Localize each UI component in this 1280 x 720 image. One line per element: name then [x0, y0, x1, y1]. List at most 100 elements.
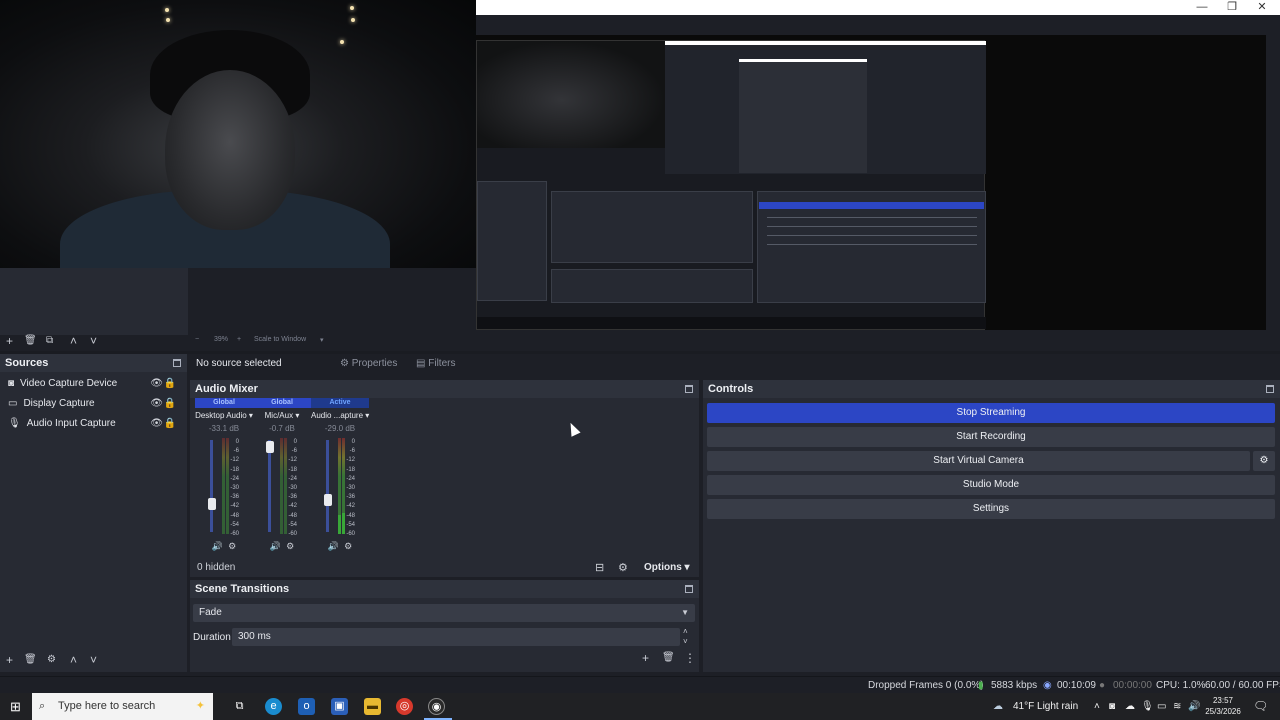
source-item-display-capture[interactable]: ▭ Display Capture 👁 🔒: [0, 393, 186, 413]
speaker-icon[interactable]: 🔊: [212, 541, 223, 551]
channel-name-dropdown[interactable]: Desktop Audio ▾: [195, 411, 253, 420]
db-tick: -18: [230, 466, 239, 473]
chevron-down-icon[interactable]: ▾: [320, 336, 324, 344]
gear-icon[interactable]: ⚙: [344, 541, 352, 551]
settings-button[interactable]: Settings: [707, 499, 1275, 519]
channel-name-dropdown[interactable]: Audio ...apture ▾: [311, 411, 369, 420]
trash-icon[interactable]: 🗑: [24, 335, 37, 347]
virtual-camera-settings-button[interactable]: ⚙: [1253, 451, 1275, 471]
lock-icon[interactable]: 🔒: [164, 418, 176, 429]
dropped-frames: Dropped Frames 0 (0.0%): [868, 680, 984, 691]
move-up-icon[interactable]: ˄: [70, 654, 77, 666]
volume-icon[interactable]: 🔊: [1188, 693, 1200, 720]
minimize-button[interactable]: —: [1187, 0, 1217, 15]
close-button[interactable]: ✕: [1247, 0, 1277, 15]
volume-fader-track[interactable]: [326, 440, 329, 532]
zoom-in-button[interactable]: +: [237, 336, 241, 343]
trash-icon[interactable]: 🗑: [662, 652, 675, 664]
chrome-icon[interactable]: ◎: [396, 698, 413, 715]
outlook-icon[interactable]: o: [298, 698, 315, 715]
restore-button[interactable]: ❐: [1217, 0, 1247, 15]
undock-icon[interactable]: [685, 585, 693, 593]
duration-input[interactable]: 300 ms: [232, 628, 680, 646]
microphone-icon[interactable]: 🎙: [1141, 693, 1154, 720]
add-transition-icon[interactable]: +: [642, 652, 649, 664]
more-options-icon[interactable]: ⋮: [684, 652, 696, 664]
move-up-icon[interactable]: ˄: [70, 335, 77, 347]
scene-transitions-dock: Scene Transitions: [190, 580, 699, 672]
speaker-icon[interactable]: 🔊: [270, 541, 281, 551]
lock-icon[interactable]: 🔒: [164, 378, 176, 389]
options-button[interactable]: Options ▾: [644, 562, 690, 573]
source-item-audio-input[interactable]: 🎙 Audio Input Capture 👁 🔒: [0, 413, 186, 433]
start-recording-button[interactable]: Start Recording: [707, 427, 1275, 447]
trash-icon[interactable]: 🗑: [24, 654, 37, 666]
filters-button[interactable]: ▤ Filters: [416, 358, 455, 369]
volume-fader-knob[interactable]: [324, 493, 332, 506]
scene-filters-icon[interactable]: ⧉: [46, 335, 53, 347]
audio-mixer-header: Audio Mixer: [190, 380, 699, 398]
db-tick: -60: [346, 531, 355, 538]
advanced-audio-icon[interactable]: ⚙: [618, 561, 628, 574]
duration-stepper[interactable]: ˄ ˅: [683, 627, 688, 647]
gear-icon[interactable]: ⚙: [286, 541, 294, 551]
transition-select[interactable]: Fade ▼: [193, 604, 695, 622]
channel-name-dropdown[interactable]: Mic/Aux ▾: [253, 411, 311, 420]
file-explorer-icon[interactable]: ▬: [364, 698, 381, 715]
add-source-icon[interactable]: +: [6, 654, 13, 666]
layout-icon[interactable]: ⊟: [595, 561, 604, 574]
studio-mode-button[interactable]: Studio Mode: [707, 475, 1275, 495]
display-icon[interactable]: ▭: [1157, 693, 1166, 720]
clock[interactable]: 23:57 25/3/2026: [1203, 693, 1243, 720]
obs-icon[interactable]: ◉: [428, 698, 445, 715]
edge-icon[interactable]: e: [265, 698, 282, 715]
db-tick: -60: [230, 531, 239, 538]
windows-start-icon[interactable]: ⊞: [7, 698, 24, 715]
eye-icon[interactable]: 👁: [150, 418, 163, 429]
start-virtual-camera-button[interactable]: Start Virtual Camera: [707, 451, 1250, 471]
db-tick: -24: [230, 475, 239, 482]
store-icon[interactable]: ▣: [331, 698, 348, 715]
scale-mode-select[interactable]: Scale to Window: [254, 336, 306, 343]
gear-icon[interactable]: ⚙: [228, 541, 236, 551]
undock-icon[interactable]: [685, 385, 693, 393]
channel-buttons: 🔊 ⚙: [311, 541, 369, 552]
status-bar: Dropped Frames 0 (0.0%) ▮ 5883 kbps ◉ 00…: [0, 676, 1280, 693]
weather[interactable]: 41°F Light rain: [1013, 693, 1078, 720]
eye-icon[interactable]: 👁: [150, 398, 163, 409]
cloud-icon[interactable]: ☁: [1125, 693, 1135, 720]
monitor-icon: ▭: [8, 397, 18, 409]
audio-mixer-title: Audio Mixer: [195, 383, 258, 395]
add-scene-icon[interactable]: +: [6, 335, 13, 347]
eye-icon[interactable]: 👁: [150, 378, 163, 389]
volume-fader-track[interactable]: [268, 440, 271, 532]
taskbar-search[interactable]: ⌕ Type here to search ✦: [32, 693, 213, 720]
speaker-icon[interactable]: 🔊: [328, 541, 339, 551]
properties-button[interactable]: ⚙ Properties: [340, 358, 397, 369]
volume-fader-track[interactable]: [210, 440, 213, 532]
stop-streaming-button[interactable]: Stop Streaming: [707, 403, 1275, 423]
source-item-video-capture[interactable]: ◙ Video Capture Device 👁 🔒: [0, 373, 186, 393]
move-down-icon[interactable]: ˅: [90, 335, 97, 347]
volume-fader-knob[interactable]: [266, 440, 274, 453]
lock-icon[interactable]: 🔒: [164, 398, 176, 409]
task-view-icon[interactable]: ⧉: [231, 698, 248, 715]
move-down-icon[interactable]: ˅: [90, 654, 97, 666]
gear-icon[interactable]: ⚙: [47, 654, 56, 666]
controls-dock: Controls: [703, 380, 1280, 672]
undock-icon[interactable]: [1266, 385, 1274, 393]
chevron-up-icon[interactable]: ˄: [1094, 693, 1100, 720]
db-tick: -6: [233, 448, 239, 455]
undock-icon[interactable]: [173, 359, 181, 367]
volume-fader-knob[interactable]: [208, 497, 216, 510]
transition-value: Fade: [199, 607, 222, 618]
channel-db: -0.7 dB: [269, 424, 295, 433]
cpu-usage: CPU: 1.0%: [1156, 680, 1206, 691]
mixer-channel-mic: Global Mic/Aux ▾ -0.7 dB 0 -6 -12 -18 -24 -30…: [253, 398, 311, 554]
zoom-out-button[interactable]: −: [195, 336, 199, 343]
camera-icon[interactable]: ◙: [1109, 693, 1115, 720]
notifications-icon[interactable]: 🗨: [1253, 693, 1268, 720]
wifi-icon[interactable]: ≋: [1173, 693, 1181, 720]
context-bar: No source selected ⚙ Properties ▤ Filter…: [190, 354, 1280, 374]
cloud-rain-icon: ☁: [993, 701, 1003, 712]
